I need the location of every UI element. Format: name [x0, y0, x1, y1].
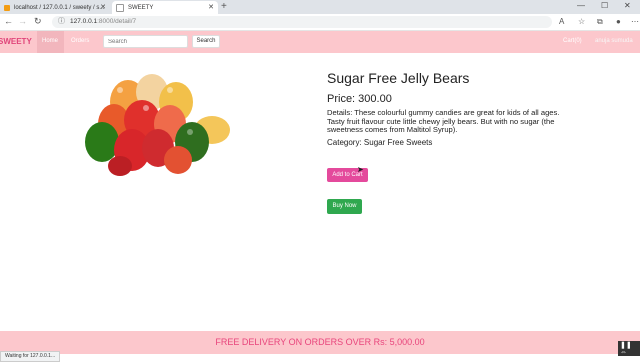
- more-icon[interactable]: ⋯: [631, 17, 639, 26]
- browser-tab-bar: localhost / 127.0.0.1 / sweety / s... ✕ …: [0, 0, 640, 14]
- phpmyadmin-icon: [4, 4, 10, 11]
- product-details: Details: These colourful gummy candies a…: [327, 108, 560, 135]
- url-host: 127.0.0.1: [70, 18, 98, 25]
- close-icon[interactable]: ✕: [100, 3, 106, 11]
- url-path: :8000/detail/7: [97, 18, 137, 25]
- brand-logo[interactable]: SWEETY: [0, 37, 32, 46]
- media-controls-icon[interactable]: ❚❚ ⇔: [618, 341, 640, 356]
- collections-icon[interactable]: ⧉: [597, 17, 603, 27]
- page-icon: [116, 3, 124, 12]
- nav-cart[interactable]: Cart(0): [563, 38, 582, 44]
- nav-orders[interactable]: Orders: [71, 38, 89, 44]
- favorite-icon[interactable]: ☆: [578, 17, 585, 26]
- site-navbar: SWEETY Home Orders Cart(0) anuja sumuda: [0, 31, 640, 53]
- nav-home-label[interactable]: Home: [42, 38, 58, 44]
- tab-label: localhost / 127.0.0.1 / sweety / s...: [14, 4, 105, 11]
- nav-user[interactable]: anuja sumuda: [595, 38, 633, 44]
- forward-icon[interactable]: →: [18, 16, 27, 26]
- cursor-icon: ➤: [357, 165, 364, 174]
- search-input[interactable]: [103, 35, 188, 48]
- product-category: Category: Sugar Free Sweets: [327, 138, 433, 147]
- address-toolbar: ← → ↻ ⓘ 127.0.0.1:8000/detail/7 A ☆ ⧉ ● …: [0, 14, 640, 31]
- back-icon[interactable]: ←: [4, 16, 13, 26]
- reload-icon[interactable]: ↻: [34, 16, 42, 27]
- read-aloud-icon[interactable]: A: [559, 17, 564, 26]
- product-price: Price: 300.00: [327, 93, 392, 105]
- delivery-banner: FREE DELIVERY ON ORDERS OVER Rs: 5,000.0…: [0, 331, 640, 354]
- info-icon: ⓘ: [58, 18, 65, 25]
- address-bar[interactable]: ⓘ 127.0.0.1:8000/detail/7: [52, 16, 552, 28]
- minimize-icon[interactable]: —: [577, 1, 585, 10]
- browser-tab-phpmyadmin[interactable]: localhost / 127.0.0.1 / sweety / s... ✕: [0, 1, 110, 14]
- close-icon[interactable]: ✕: [208, 3, 214, 11]
- browser-tab-sweety[interactable]: SWEETY ✕: [112, 1, 218, 14]
- new-tab-button[interactable]: +: [221, 1, 227, 12]
- window-close-icon[interactable]: ✕: [624, 1, 631, 10]
- buy-now-button[interactable]: Buy Now: [327, 199, 362, 214]
- tab-label: SWEETY: [128, 4, 154, 11]
- maximize-icon[interactable]: ☐: [601, 1, 608, 10]
- product-title: Sugar Free Jelly Bears: [327, 70, 470, 86]
- status-bar: Waiting for 127.0.0.1...: [0, 351, 61, 362]
- gummy-bears-illustration: [85, 74, 230, 176]
- product-image: [85, 74, 230, 176]
- profile-icon[interactable]: ●: [616, 17, 621, 26]
- search-button[interactable]: Search: [192, 35, 220, 48]
